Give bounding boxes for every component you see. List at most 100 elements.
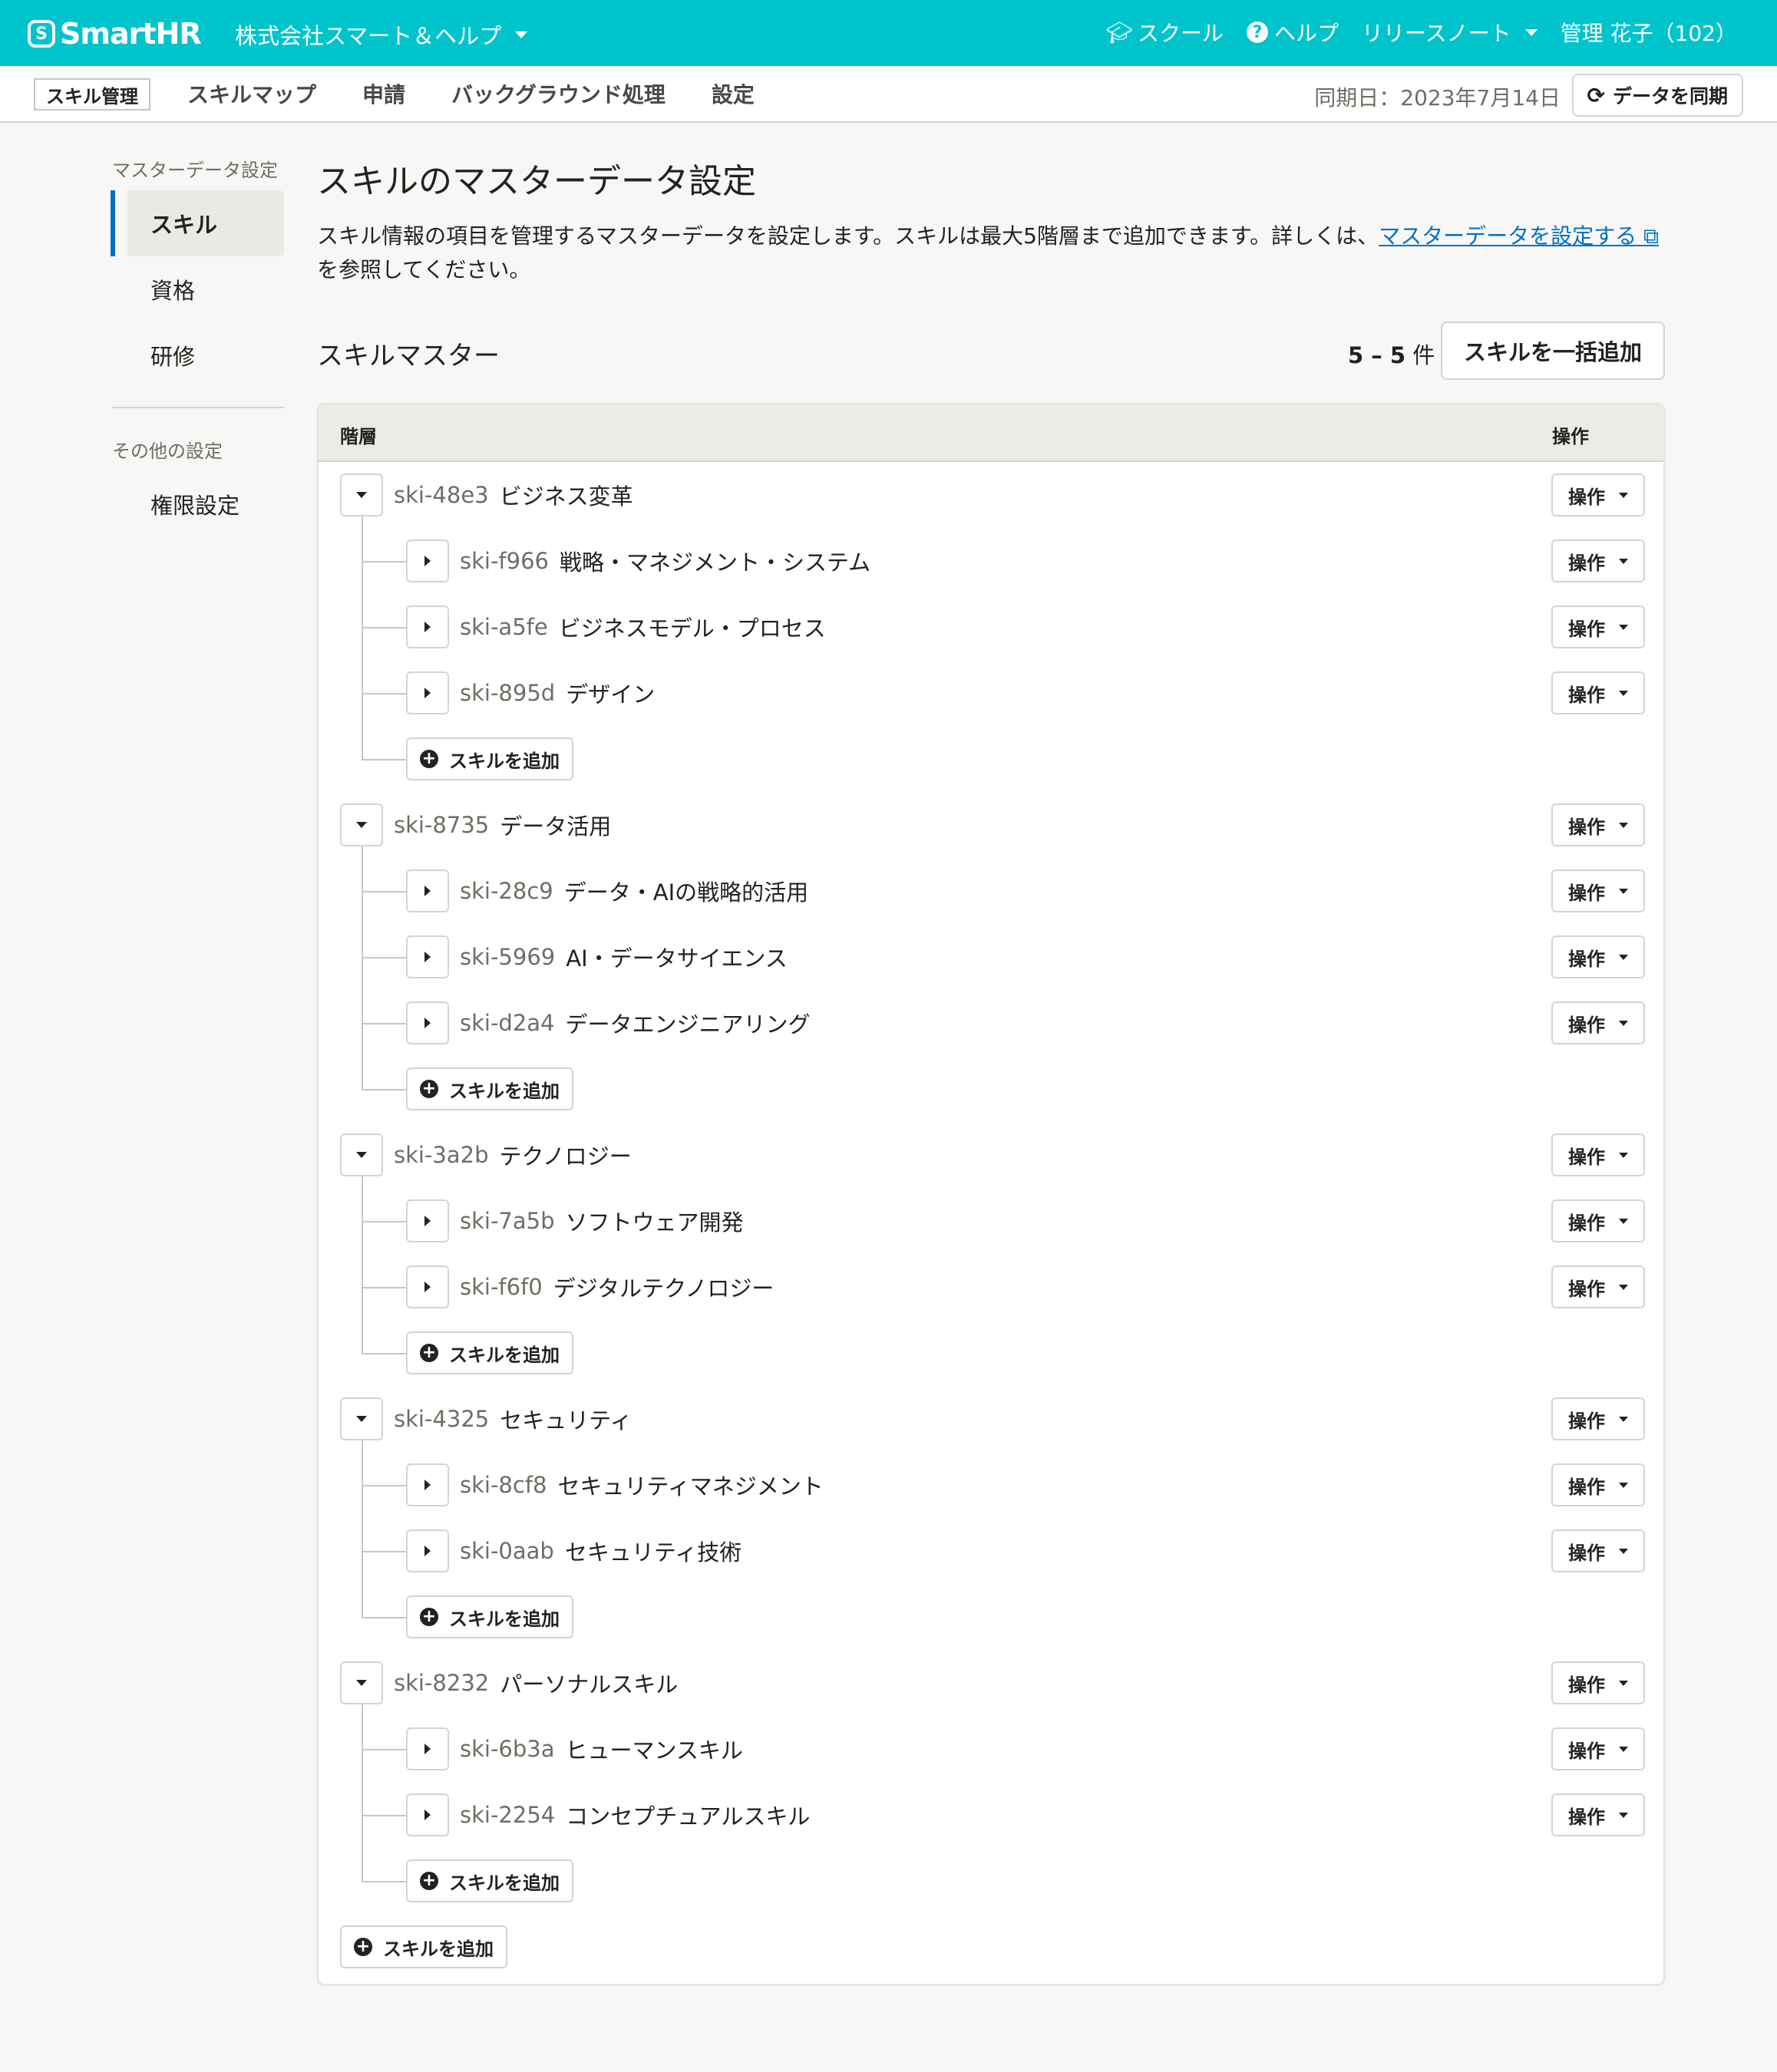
skill-row-level2: ski-5969 AI・データサイエンス [460,935,788,978]
operation-menu-button[interactable]: 操作 [1551,1661,1645,1704]
operation-menu-button[interactable]: 操作 [1551,1397,1645,1440]
skill-name: セキュリティマネジメント [557,1473,824,1500]
smarthr-logo[interactable]: S SmartHR [28,17,202,51]
operation-menu-button[interactable]: 操作 [1551,1265,1645,1308]
operation-menu-button[interactable]: 操作 [1551,1199,1645,1242]
tab-background-jobs[interactable]: バックグラウンド処理 [451,78,666,109]
expand-toggle-button[interactable] [406,1793,449,1836]
skill-name: ヒューマンスキル [565,1737,743,1764]
tab-settings[interactable]: 設定 [712,78,755,109]
expand-toggle-button[interactable] [406,1199,449,1242]
operation-menu-button[interactable]: 操作 [1551,1001,1645,1044]
page-title: スキルのマスターデータ設定 [317,162,756,201]
app-name-badge[interactable]: スキル管理 [34,78,150,111]
add-skill-button[interactable]: + スキルを追加 [406,737,573,780]
bulk-add-skills-button[interactable]: スキルを一括追加 [1441,322,1665,380]
operation-menu-button[interactable]: 操作 [1551,605,1645,648]
operation-menu-button[interactable]: 操作 [1551,869,1645,912]
operation-button-label: 操作 [1568,1542,1605,1564]
operation-menu-button[interactable]: 操作 [1551,935,1645,978]
expand-toggle-button[interactable] [406,1529,449,1572]
tree-connector [362,1287,406,1288]
skill-master-table: 階層 操作 ski-48e3 ビジネス変革 操作 ski-f966 戦略・マネジメント・… [317,403,1665,1985]
skill-row-level2: ski-8cf8 セキュリティマネジメント [460,1463,824,1506]
skill-row-level1: ski-4325 セキュリティ [394,1397,633,1440]
release-notes-menu[interactable]: リリースノート [1362,17,1538,48]
collapse-toggle-button[interactable] [340,1133,383,1176]
collapse-toggle-button[interactable] [340,1397,383,1440]
refresh-icon: ⟳ [1587,82,1605,108]
skill-name: ビジネスモデル・プロセス [558,615,826,642]
chevron-down-icon [515,31,528,38]
operation-menu-button[interactable]: 操作 [1551,539,1645,582]
column-header-operation: 操作 [1552,426,1589,447]
operation-menu-button[interactable]: 操作 [1551,803,1645,846]
expand-toggle-button[interactable] [406,1463,449,1506]
sidebar-divider [112,407,284,408]
plus-circle-icon: + [420,1608,438,1626]
operation-menu-button[interactable]: 操作 [1551,1529,1645,1572]
tree-connector [362,516,363,760]
tenant-switcher[interactable]: 株式会社スマート＆ヘルプ [235,18,528,51]
add-skill-button[interactable]: + スキルを追加 [406,1595,573,1638]
caret-down-icon [1619,1218,1628,1224]
operation-menu-button[interactable]: 操作 [1551,1793,1645,1836]
tab-skill-map[interactable]: スキルマップ [187,78,316,109]
logo-mark-icon: S [28,20,55,48]
caret-down-icon [1619,822,1628,828]
tree-connector [362,759,406,761]
caret-right-icon [424,1018,431,1028]
expand-toggle-button[interactable] [406,539,449,582]
skill-name: セキュリティ [500,1407,633,1434]
master-data-help-link[interactable]: マスターデータを設定する ⧉ [1379,223,1659,249]
expand-toggle-button[interactable] [406,671,449,714]
sidebar-item-qualification[interactable]: 資格 [112,256,284,322]
caret-down-icon [1619,954,1628,960]
count-range: 5 – 5 [1348,342,1406,368]
collapse-toggle-button[interactable] [340,1661,383,1704]
caret-down-icon [1619,690,1628,696]
add-skill-button[interactable]: + スキルを追加 [340,1925,507,1968]
expand-toggle-button[interactable] [406,935,449,978]
tree-connector [362,627,406,629]
add-skill-button[interactable]: + スキルを追加 [406,1331,573,1374]
operation-menu-button[interactable]: 操作 [1551,671,1645,714]
expand-toggle-button[interactable] [406,605,449,648]
skill-row-level2: ski-895d デザイン [460,671,655,714]
caret-right-icon [424,688,431,698]
sidebar-item-skill[interactable]: スキル [127,190,284,256]
operation-button-label: 操作 [1568,1476,1605,1498]
operation-menu-button[interactable]: 操作 [1551,473,1645,516]
tab-applications[interactable]: 申請 [362,78,405,109]
operation-button-label: 操作 [1568,1014,1605,1036]
sidebar-item-permissions[interactable]: 権限設定 [112,471,284,537]
school-link[interactable]: 🎓︎ スクール [1105,17,1224,48]
sync-button-label: データを同期 [1612,85,1728,107]
page-description: スキル情報の項目を管理するマスターデータを設定します。スキルは最大5階層まで追加… [317,219,1668,287]
sidebar-section-master-data: マスターデータ設定 [112,160,278,181]
help-link[interactable]: ? ヘルプ [1247,17,1339,48]
add-skill-label: スキルを追加 [449,1344,560,1366]
skill-name: データエンジニアリング [565,1011,811,1038]
user-menu[interactable]: 管理 花子（102） [1561,17,1737,48]
caret-right-icon [424,1744,431,1754]
expand-toggle-button[interactable] [406,1265,449,1308]
expand-toggle-button[interactable] [406,1727,449,1770]
skill-row-level2: ski-7a5b ソフトウェア開発 [460,1199,744,1242]
collapse-toggle-button[interactable] [340,803,383,846]
caret-right-icon [424,952,431,962]
sidebar-item-training[interactable]: 研修 [112,322,284,388]
operation-menu-button[interactable]: 操作 [1551,1463,1645,1506]
expand-toggle-button[interactable] [406,1001,449,1044]
add-skill-button[interactable]: + スキルを追加 [406,1859,573,1902]
collapse-toggle-button[interactable] [340,473,383,516]
skill-row-level2: ski-28c9 データ・AIの戦略的活用 [460,869,808,912]
expand-toggle-button[interactable] [406,869,449,912]
sync-data-button[interactable]: ⟳ データを同期 [1571,74,1743,117]
operation-button-label: 操作 [1568,1278,1605,1300]
skill-row-level2: ski-f966 戦略・マネジメント・システム [460,539,870,582]
operation-menu-button[interactable]: 操作 [1551,1133,1645,1176]
tree-connector [362,1704,363,1882]
operation-menu-button[interactable]: 操作 [1551,1727,1645,1770]
add-skill-button[interactable]: + スキルを追加 [406,1067,573,1110]
